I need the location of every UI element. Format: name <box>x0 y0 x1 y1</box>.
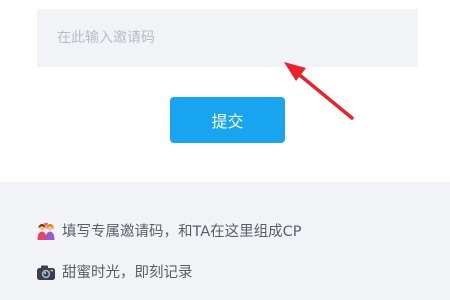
invite-code-field[interactable] <box>37 9 418 67</box>
invite-page: 提交 填写专属邀请码，和TA在这里组成CP 甜蜜 <box>0 0 450 300</box>
info-item-invite: 填写专属邀请码，和TA在这里组成CP <box>36 220 302 241</box>
info-item-label: 甜蜜时光，即刻记录 <box>62 265 193 281</box>
invite-code-input[interactable] <box>37 9 418 67</box>
couple-icon <box>37 222 55 240</box>
info-item-record: 甜蜜时光，即刻记录 <box>36 261 193 282</box>
info-item-label: 填写专属邀请码，和TA在这里组成CP <box>62 224 302 240</box>
info-panel: 填写专属邀请码，和TA在这里组成CP 甜蜜时光，即刻记录 <box>0 182 450 300</box>
submit-button[interactable]: 提交 <box>170 97 285 143</box>
camera-icon <box>37 265 55 280</box>
